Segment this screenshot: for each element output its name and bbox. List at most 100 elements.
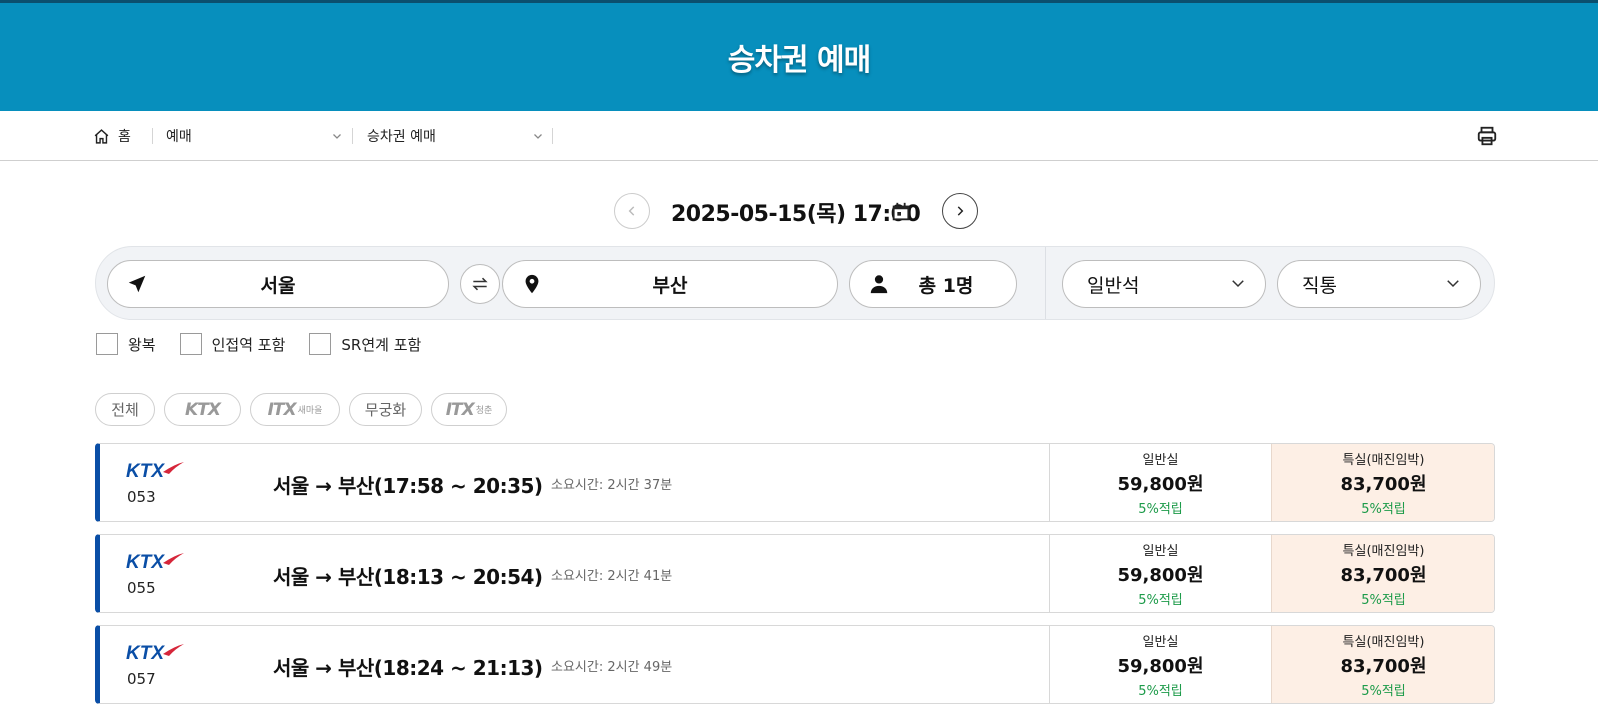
- itx-saemaeul-sub: 새마을: [297, 406, 323, 416]
- train-number: 053: [127, 488, 156, 506]
- train-route: 서울 → 부산(18:13 ~ 20:54): [273, 565, 543, 589]
- train-route: 서울 → 부산(18:24 ~ 21:13): [273, 656, 543, 680]
- fare-class: 특실(매진임박): [1342, 452, 1425, 468]
- fare-points: 5%적립: [1361, 683, 1406, 699]
- general-fare-button[interactable]: 일반실 59,800원 5%적립: [1049, 535, 1271, 612]
- ktx-logo: KTX: [126, 552, 184, 573]
- general-fare-button[interactable]: 일반실 59,800원 5%적립: [1049, 626, 1271, 703]
- swap-icon: [472, 277, 488, 291]
- round-trip-checkbox[interactable]: 왕복: [96, 333, 156, 355]
- print-icon[interactable]: [1476, 125, 1498, 147]
- search-divider: [1045, 247, 1046, 319]
- prev-date-button[interactable]: [614, 193, 650, 229]
- person-icon: [870, 275, 888, 294]
- breadcrumb-home[interactable]: 홈: [93, 111, 131, 161]
- general-fare-button[interactable]: 일반실 59,800원 5%적립: [1049, 444, 1271, 521]
- train-number: 057: [127, 670, 156, 688]
- filter-ktx[interactable]: KTX: [164, 393, 241, 426]
- fare-class: 일반실: [1142, 634, 1179, 650]
- sr-link-checkbox[interactable]: SR연계 포함: [309, 333, 421, 355]
- chevron-down-icon: [1447, 280, 1459, 288]
- filter-mugunghwa-label: 무궁화: [364, 401, 407, 419]
- filter-itx-saemaeul[interactable]: ITX 새마을: [250, 393, 340, 426]
- chevron-down-icon: [534, 134, 542, 139]
- page-title: 승차권 예매: [727, 43, 871, 78]
- send-icon: [128, 275, 146, 293]
- breadcrumb-menu1-label: 예매: [166, 129, 192, 145]
- fare-class: 일반실: [1142, 452, 1179, 468]
- filter-mugunghwa[interactable]: 무궁화: [349, 393, 422, 426]
- nearby-station-label: 인접역 포함: [211, 335, 286, 354]
- ktx-logo: KTX: [126, 461, 184, 482]
- filter-all-label: 전체: [111, 401, 139, 419]
- swap-stations-button[interactable]: [460, 264, 500, 304]
- svg-text:KTX: KTX: [126, 552, 165, 573]
- fare-class: 특실(매진임박): [1342, 634, 1425, 650]
- train-duration: 소요시간: 2시간 37분: [551, 478, 673, 493]
- search-options: 왕복 인접역 포함 SR연계 포함: [96, 333, 421, 355]
- breadcrumb-divider: [352, 128, 353, 144]
- location-pin-icon: [525, 274, 539, 294]
- transfer-value: 직통: [1302, 274, 1337, 297]
- chevron-down-icon: [1232, 280, 1244, 288]
- filter-itx-cheongchun[interactable]: ITX 청춘: [431, 393, 507, 426]
- train-row[interactable]: KTX 055 서울 → 부산(18:13 ~ 20:54) 소요시간: 2시간…: [95, 534, 1495, 613]
- nearby-station-checkbox[interactable]: 인접역 포함: [179, 333, 286, 355]
- search-bar: 서울 부산 총 1명 일반석 직통: [95, 246, 1495, 320]
- fare-price: 59,800원: [1117, 655, 1204, 677]
- svg-text:KTX: KTX: [126, 643, 165, 664]
- chevron-down-icon: [333, 134, 341, 139]
- date-display[interactable]: 2025-05-15(목) 17:00: [671, 196, 921, 228]
- filter-all[interactable]: 전체: [95, 393, 155, 426]
- chevron-left-icon: [628, 206, 635, 216]
- svg-text:KTX: KTX: [126, 461, 165, 482]
- fare-points: 5%적립: [1138, 683, 1183, 699]
- chevron-right-icon: [957, 206, 964, 216]
- calendar-icon[interactable]: [890, 201, 912, 223]
- home-icon: [94, 128, 109, 144]
- fare-points: 5%적립: [1138, 592, 1183, 608]
- passenger-value: 총 1명: [918, 274, 974, 297]
- breadcrumb-menu2-label: 승차권 예매: [367, 129, 436, 145]
- seat-class-select[interactable]: 일반석: [1062, 260, 1266, 308]
- fare-points: 5%적립: [1361, 501, 1406, 517]
- ktx-logo: KTX: [126, 643, 184, 664]
- special-fare-button[interactable]: 특실(매진임박) 83,700원 5%적립: [1271, 444, 1494, 521]
- fare-price: 59,800원: [1117, 564, 1204, 586]
- arrival-value: 부산: [652, 274, 688, 297]
- itx-cheongchun-sub: 청춘: [475, 406, 493, 416]
- special-fare-button[interactable]: 특실(매진임박) 83,700원 5%적립: [1271, 535, 1494, 612]
- train-row[interactable]: KTX 053 서울 → 부산(17:58 ~ 20:35) 소요시간: 2시간…: [95, 443, 1495, 522]
- arrival-field[interactable]: 부산: [502, 260, 838, 308]
- fare-price: 83,700원: [1340, 655, 1427, 677]
- fare-price: 83,700원: [1340, 564, 1427, 586]
- fare-points: 5%적립: [1138, 501, 1183, 517]
- seat-class-value: 일반석: [1087, 274, 1140, 297]
- breadcrumb: 홈 예매 승차권 예매: [0, 111, 1598, 161]
- sr-link-label: SR연계 포함: [341, 335, 422, 354]
- departure-field[interactable]: 서울: [107, 260, 449, 308]
- itx-logo: ITX: [267, 399, 297, 420]
- date-selector: 2025-05-15(목) 17:00: [0, 193, 1598, 231]
- round-trip-label: 왕복: [128, 335, 156, 354]
- train-number: 055: [127, 579, 156, 597]
- fare-price: 83,700원: [1340, 473, 1427, 495]
- breadcrumb-divider: [152, 128, 153, 144]
- checkbox-box[interactable]: [96, 333, 118, 355]
- transfer-select[interactable]: 직통: [1277, 260, 1481, 308]
- train-route: 서울 → 부산(17:58 ~ 20:35): [273, 474, 543, 498]
- special-fare-button[interactable]: 특실(매진임박) 83,700원 5%적립: [1271, 626, 1494, 703]
- breadcrumb-divider: [552, 128, 553, 144]
- departure-value: 서울: [260, 274, 296, 297]
- breadcrumb-menu2-dropdown[interactable]: 승차권 예매: [367, 111, 544, 161]
- page-header: 승차권 예매: [0, 3, 1598, 111]
- checkbox-box[interactable]: [309, 333, 332, 355]
- passenger-field[interactable]: 총 1명: [849, 260, 1017, 308]
- next-date-button[interactable]: [942, 193, 978, 229]
- breadcrumb-menu1-dropdown[interactable]: 예매: [166, 111, 343, 161]
- checkbox-box[interactable]: [179, 333, 202, 355]
- itx-logo: ITX: [445, 399, 475, 420]
- train-row[interactable]: KTX 057 서울 → 부산(18:24 ~ 21:13) 소요시간: 2시간…: [95, 625, 1495, 704]
- train-type-filters: 전체 KTX ITX 새마을 무궁화 ITX 청춘: [95, 393, 507, 426]
- ktx-logo: KTX: [185, 399, 221, 420]
